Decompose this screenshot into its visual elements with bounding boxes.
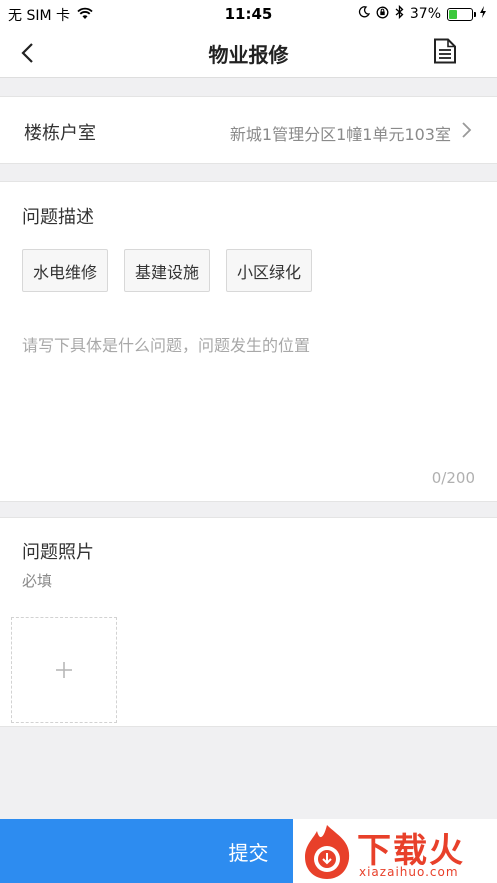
moon-icon	[358, 6, 370, 22]
category-tags: 水电维修 基建设施 小区绿化	[22, 249, 313, 292]
battery-icon	[447, 7, 476, 21]
status-bar: 无 SIM 卡 11:45 37%	[0, 0, 497, 28]
battery-level	[449, 9, 458, 19]
flame-logo-icon	[305, 825, 350, 879]
watermark-domain: xiazaihuo.com	[359, 865, 459, 879]
add-photo-button[interactable]	[11, 617, 117, 723]
bluetooth-icon	[395, 4, 404, 23]
required-note: 必填	[22, 572, 53, 590]
orientation-lock-icon	[376, 6, 389, 23]
battery-percent: 37%	[409, 6, 441, 22]
room-value: 新城1管理分区1幢1单元103室	[229, 125, 451, 144]
page: 无 SIM 卡 11:45 37% 物业报修 楼栋户室 新城1管理分区1幢1单元…	[0, 0, 497, 883]
description-input[interactable]	[22, 332, 472, 452]
room-selector[interactable]: 楼栋户室 新城1管理分区1幢1单元103室	[0, 96, 497, 164]
back-button[interactable]	[20, 38, 60, 68]
photos-title: 问题照片	[22, 542, 94, 563]
tag-water-electric[interactable]: 水电维修	[22, 249, 109, 292]
room-label: 楼栋户室	[24, 123, 96, 144]
nav-bar: 物业报修	[0, 28, 497, 78]
description-section: 问题描述 水电维修 基建设施 小区绿化 0/200	[0, 181, 497, 502]
chevron-left-icon	[21, 43, 33, 63]
chevron-right-icon	[462, 122, 472, 138]
plus-icon	[56, 662, 72, 678]
description-title: 问题描述	[22, 207, 94, 228]
status-right: 37%	[358, 4, 487, 23]
tag-infrastructure[interactable]: 基建设施	[124, 249, 211, 292]
document-icon	[434, 38, 456, 64]
tag-greenery[interactable]: 小区绿化	[226, 249, 313, 292]
char-counter: 0/200	[431, 469, 475, 487]
watermark: 下载火 xiazaihuo.com	[293, 819, 497, 883]
records-button[interactable]	[433, 38, 461, 68]
photos-section: 问题照片 必填	[0, 517, 497, 727]
page-title: 物业报修	[208, 43, 289, 67]
charging-icon	[479, 5, 487, 23]
